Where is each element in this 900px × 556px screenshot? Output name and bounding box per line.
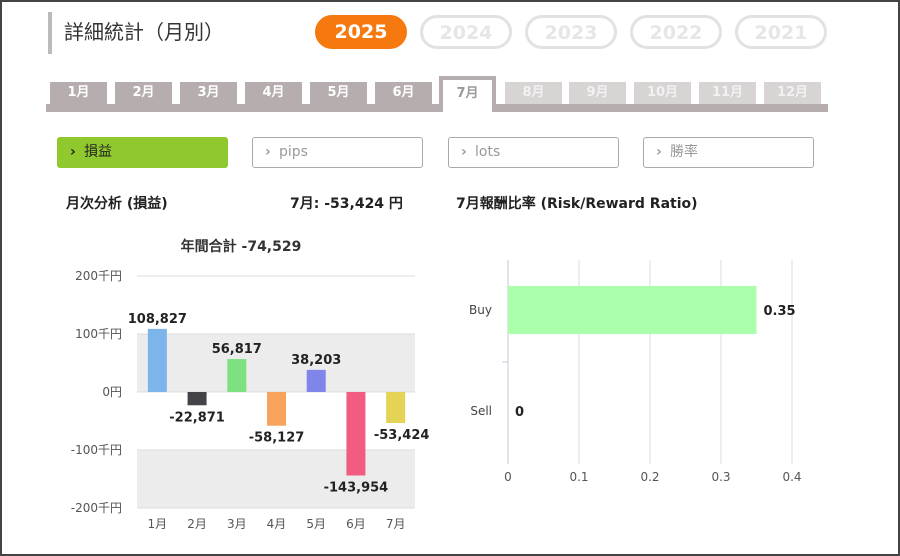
plot-band [137,450,415,508]
bar [346,392,366,476]
month-tab-8: 8月 [505,82,562,104]
data-label: -53,424 [374,428,430,443]
month-tab-2[interactable]: 2月 [115,82,172,104]
filter-label: 勝率 [670,144,698,160]
data-label: 56,817 [212,342,262,357]
data-label: 38,203 [291,353,341,368]
plot-band [137,334,415,392]
risk-reward-heading: 7月報酬比率 (Risk/Reward Ratio) [456,196,698,212]
bar [267,392,286,426]
month-tab-9: 9月 [569,82,626,104]
filter-button-winrate[interactable]: › 勝率 [643,137,814,168]
x-tick-label: 5月 [306,517,326,531]
y-tick-label: -100千円 [71,443,122,457]
bar [187,392,207,406]
chart-title: 年間合計 -74,529 [181,238,302,255]
month-tab-1[interactable]: 1月 [50,82,107,104]
month-tab-7[interactable]: 7月 [439,76,496,112]
year-tab-2024[interactable]: 2024 [420,15,512,49]
month-tab-5[interactable]: 5月 [310,82,367,104]
filter-button-profit[interactable]: › 損益 [57,137,228,168]
x-tick-label: 0.2 [640,470,659,484]
month-tab-bar [46,104,828,112]
y-tick-label: 200千円 [75,269,122,283]
y-tick-label: Sell [470,404,492,418]
page-title: 詳細統計（月別） [48,12,224,54]
x-tick-label: 0.3 [711,470,730,484]
bar [306,369,326,392]
year-tab-2025[interactable]: 2025 [315,15,407,49]
month-tab-12: 12月 [764,82,821,104]
filter-button-pips[interactable]: › pips [252,137,423,168]
x-tick-label: 0 [504,470,512,484]
data-label: -58,127 [249,431,305,446]
bar [227,359,247,392]
y-tick-label: 100千円 [75,327,122,341]
bar [386,392,406,423]
month-tab-4[interactable]: 4月 [245,82,302,104]
year-tab-2022[interactable]: 2022 [630,15,722,49]
bar [147,328,167,392]
month-tab-6[interactable]: 6月 [375,82,432,104]
monthly-analysis-heading: 月次分析 (損益) [66,196,168,212]
window-frame: 詳細統計（月別） 2025 2024 2023 2022 2021 1月 2月 … [0,0,900,556]
data-label: 0.35 [764,304,796,319]
chevron-right-icon: › [461,144,467,160]
x-tick-label: 6月 [346,517,366,531]
x-tick-label: 1月 [148,517,168,531]
data-label: 0 [515,405,524,420]
chevron-right-icon: › [70,144,76,160]
month-tab-3[interactable]: 3月 [180,82,237,104]
chevron-right-icon: › [656,144,662,160]
data-label: -143,954 [324,480,389,495]
month-tab-10: 10月 [634,82,691,104]
x-tick-label: 7月 [386,517,406,531]
y-tick-label: 0円 [102,385,122,399]
data-label: -22,871 [169,410,225,425]
year-tab-2023[interactable]: 2023 [525,15,617,49]
x-tick-label: 0.4 [782,470,801,484]
filter-label: 損益 [84,144,112,160]
chevron-right-icon: › [265,144,271,160]
risk-reward-chart: 0 0.1 0.2 0.3 0.4 Buy 0.35 Sell 0 [469,260,802,484]
month-tab-11: 11月 [699,82,756,104]
filter-button-lots[interactable]: › lots [448,137,619,168]
x-tick-label: 3月 [227,517,247,531]
x-tick-label: 4月 [267,517,287,531]
y-tick-label: -200千円 [71,501,122,515]
bar [508,286,757,334]
year-tab-2021[interactable]: 2021 [735,15,827,49]
filter-label: pips [279,144,308,160]
filter-label: lots [475,144,501,160]
monthly-profit-chart: 200千円 100千円 0円 -100千円 -200千円 年間合計 -74,529 108,… [71,238,430,531]
data-label: 108,827 [128,312,187,327]
month-summary: 7月: -53,424 円 [290,196,403,212]
y-tick-label: Buy [469,303,492,317]
x-tick-label: 0.1 [569,470,588,484]
x-tick-label: 2月 [187,517,207,531]
